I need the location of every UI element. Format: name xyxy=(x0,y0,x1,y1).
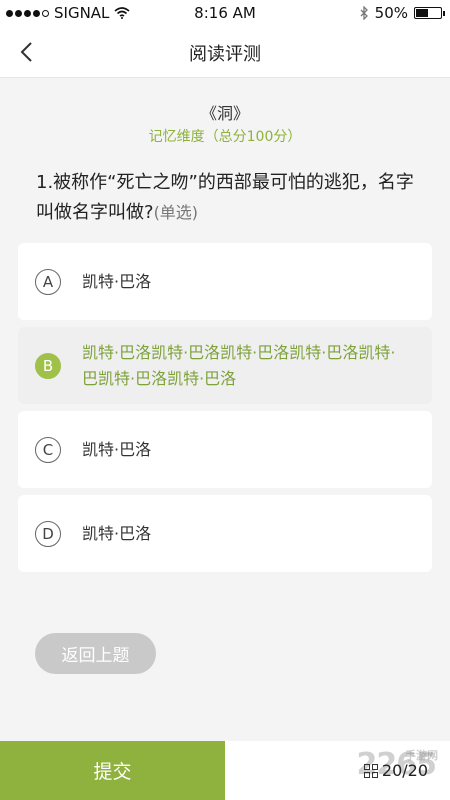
option-text: 凯特·巴洛 xyxy=(82,271,152,291)
option-text: 凯特·巴洛 xyxy=(82,523,152,543)
submit-button[interactable]: 提交 xyxy=(0,741,225,800)
option-letter: B xyxy=(35,352,61,379)
battery-icon xyxy=(414,7,445,19)
progress-text: 20/20 xyxy=(381,761,428,780)
option-a[interactable]: A 凯特·巴洛 xyxy=(18,243,432,320)
book-title: 《洞》 xyxy=(200,104,249,123)
option-letter: D xyxy=(35,520,61,547)
option-b[interactable]: B 凯特·巴洛凯特·巴洛凯特·巴洛凯特·巴洛凯特·巴凯特·巴洛凯特·巴洛 xyxy=(18,327,432,404)
battery-percent: 50% xyxy=(374,4,408,22)
page-title: 阅读评测 xyxy=(189,44,261,65)
option-letter: A xyxy=(35,268,61,295)
status-right: 50% xyxy=(359,4,445,22)
nav-bar: 阅读评测 xyxy=(0,26,450,78)
score-dimension: 记忆维度（总分100分） xyxy=(148,129,302,145)
option-text: 凯特·巴洛 xyxy=(82,439,152,459)
bluetooth-icon xyxy=(360,6,368,20)
question-text: 1.被称作“死亡之吻”的西部最可怕的逃犯，名字叫做名字叫做?(单选) xyxy=(36,168,420,228)
question-body: 1.被称作“死亡之吻”的西部最可怕的逃犯，名字叫做名字叫做? xyxy=(36,172,414,223)
question-progress[interactable]: 20/20 xyxy=(363,761,428,780)
status-bar: SIGNAL 8:16 AM 50% xyxy=(0,0,450,26)
bottom-bar: 提交 2265 手游网 20/20 xyxy=(0,741,450,800)
option-letter: C xyxy=(35,436,61,463)
grid-icon xyxy=(363,763,378,778)
option-c[interactable]: C 凯特·巴洛 xyxy=(18,411,432,488)
question-type: (单选) xyxy=(153,203,199,222)
previous-question-button[interactable]: 返回上题 xyxy=(35,633,156,674)
option-text: 凯特·巴洛凯特·巴洛凯特·巴洛凯特·巴洛凯特·巴凯特·巴洛凯特·巴洛 xyxy=(82,342,396,388)
option-d[interactable]: D 凯特·巴洛 xyxy=(18,495,432,572)
